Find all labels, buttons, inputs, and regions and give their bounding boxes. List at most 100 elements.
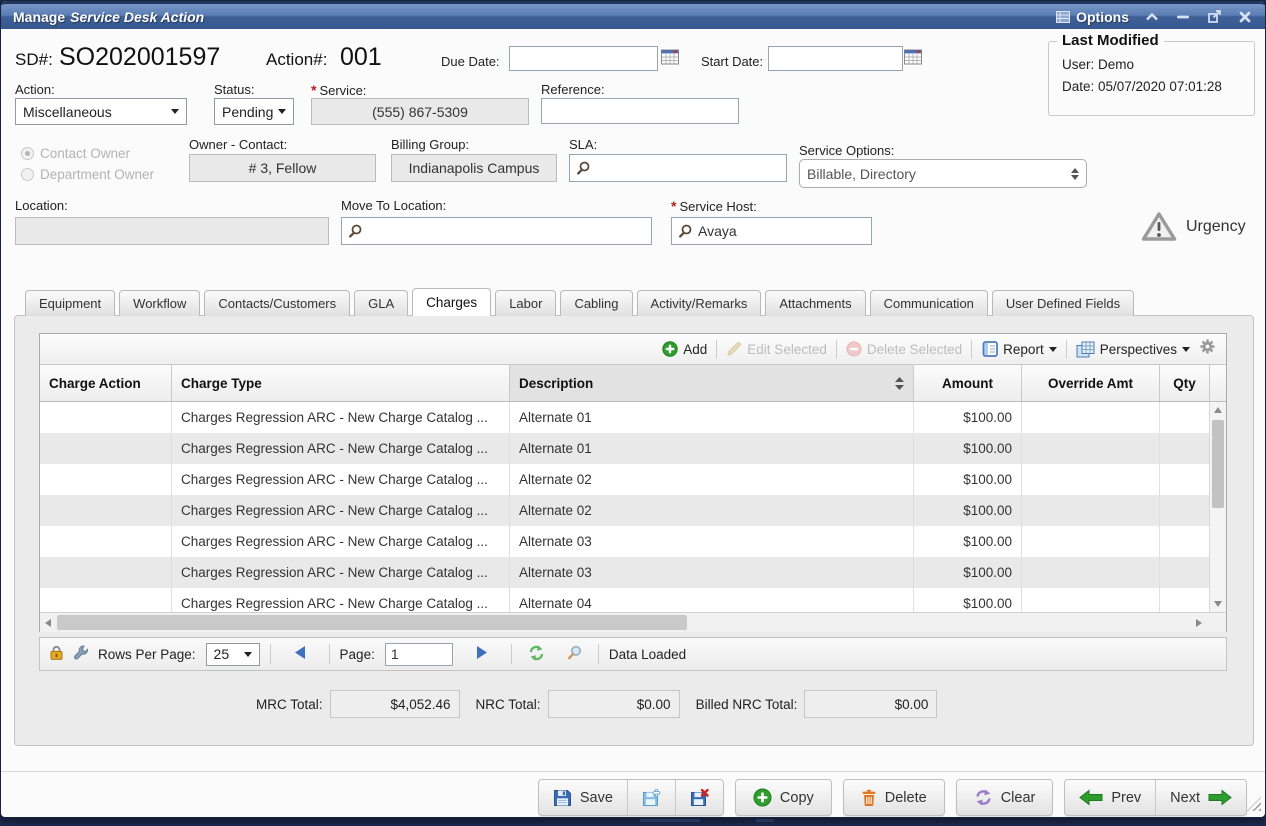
move-to-location-search-input[interactable] bbox=[341, 217, 652, 245]
save-and-new-button[interactable] bbox=[627, 780, 675, 815]
scroll-left-icon[interactable] bbox=[45, 619, 51, 627]
page-input[interactable] bbox=[385, 643, 453, 666]
tab-gla[interactable]: GLA bbox=[354, 290, 408, 316]
search-icon bbox=[567, 645, 582, 660]
due-date-input[interactable] bbox=[509, 46, 658, 71]
table-row[interactable]: Charges Regression ARC - New Charge Cata… bbox=[40, 588, 1210, 612]
cell-qty bbox=[1160, 495, 1210, 526]
resize-grip[interactable] bbox=[1247, 797, 1261, 811]
spinner-icon bbox=[1071, 168, 1079, 180]
reference-input[interactable] bbox=[541, 98, 739, 124]
last-modified-box: Last Modified User: Demo Date: 05/07/202… bbox=[1048, 41, 1255, 116]
search-icon bbox=[678, 224, 692, 238]
cell-description: Alternate 03 bbox=[510, 526, 914, 557]
service-options-select[interactable]: Billable, Directory bbox=[799, 159, 1087, 188]
dialog-titlebar[interactable]: Manage Service Desk Action Options bbox=[1, 1, 1265, 29]
tab-user-defined-fields[interactable]: User Defined Fields bbox=[992, 290, 1134, 316]
chevron-down-icon bbox=[278, 109, 286, 114]
next-page-button[interactable] bbox=[463, 646, 501, 662]
vertical-scrollbar-thumb[interactable] bbox=[1212, 420, 1224, 508]
lock-icon[interactable] bbox=[50, 645, 63, 663]
status-select-value: Pending bbox=[222, 104, 273, 120]
pager-search-button[interactable] bbox=[561, 645, 588, 663]
horizontal-scrollbar[interactable] bbox=[40, 612, 1226, 632]
status-select[interactable]: Pending bbox=[214, 98, 294, 125]
clear-button[interactable]: Clear bbox=[956, 779, 1054, 816]
tab-communication[interactable]: Communication bbox=[870, 290, 988, 316]
cell-description: Alternate 02 bbox=[510, 495, 914, 526]
report-label: Report bbox=[1003, 342, 1044, 357]
prev-arrow-icon bbox=[1079, 789, 1103, 806]
horizontal-scrollbar-thumb[interactable] bbox=[57, 615, 687, 630]
due-date-calendar-icon[interactable] bbox=[661, 48, 679, 70]
action-select[interactable]: Miscellaneous bbox=[15, 98, 187, 125]
tab-labor[interactable]: Labor bbox=[495, 290, 556, 316]
tab-cabling[interactable]: Cabling bbox=[560, 290, 632, 316]
tab-attachments[interactable]: Attachments bbox=[765, 290, 865, 316]
table-row[interactable]: Charges Regression ARC - New Charge Cata… bbox=[40, 557, 1210, 588]
prev-page-button[interactable] bbox=[281, 646, 319, 662]
tab-activity-remarks[interactable]: Activity/Remarks bbox=[637, 290, 762, 316]
next-button[interactable]: Next bbox=[1155, 780, 1246, 815]
scroll-right-icon[interactable] bbox=[1196, 619, 1202, 627]
cell-charge-action bbox=[40, 588, 172, 612]
report-icon bbox=[981, 341, 998, 357]
copy-label: Copy bbox=[780, 790, 814, 806]
table-row[interactable]: Charges Regression ARC - New Charge Cata… bbox=[40, 526, 1210, 557]
report-button[interactable]: Report bbox=[981, 341, 1057, 357]
perspectives-button[interactable]: Perspectives bbox=[1076, 341, 1190, 358]
cell-charge-action bbox=[40, 526, 172, 557]
minimize-button[interactable] bbox=[1175, 9, 1191, 25]
scroll-down-icon[interactable] bbox=[1210, 601, 1226, 607]
rows-per-page-select[interactable]: 25 bbox=[206, 643, 260, 666]
grid-settings-button[interactable] bbox=[1199, 338, 1216, 360]
department-owner-radio[interactable]: Department Owner bbox=[21, 167, 154, 182]
prev-button[interactable]: Prev bbox=[1065, 780, 1155, 815]
next-arrow-icon bbox=[1208, 789, 1232, 806]
wrench-icon[interactable] bbox=[73, 645, 88, 663]
service-host-value: Avaya bbox=[698, 223, 737, 239]
copy-button[interactable]: Copy bbox=[735, 779, 832, 816]
delete-button[interactable]: Delete bbox=[843, 779, 945, 816]
cell-charge-action bbox=[40, 464, 172, 495]
save-button[interactable]: Save bbox=[539, 780, 627, 815]
column-header-charge-type[interactable]: Charge Type bbox=[172, 365, 510, 401]
tab-workflow[interactable]: Workflow bbox=[119, 290, 200, 316]
cell-charge-action bbox=[40, 402, 172, 433]
billing-group-field: Indianapolis Campus bbox=[391, 154, 557, 182]
column-header-charge-action[interactable]: Charge Action bbox=[40, 365, 172, 401]
tab-charges[interactable]: Charges bbox=[412, 288, 491, 316]
table-row[interactable]: Charges Regression ARC - New Charge Cata… bbox=[40, 464, 1210, 495]
table-row[interactable]: Charges Regression ARC - New Charge Cata… bbox=[40, 402, 1210, 433]
service-host-search-input[interactable]: Avaya bbox=[671, 217, 872, 245]
search-icon bbox=[348, 224, 362, 238]
start-date-input[interactable] bbox=[768, 46, 903, 71]
move-to-location-label: Move To Location: bbox=[341, 198, 446, 213]
close-button[interactable] bbox=[1237, 9, 1253, 25]
contact-owner-radio[interactable]: Contact Owner bbox=[21, 146, 130, 161]
table-row[interactable]: Charges Regression ARC - New Charge Cata… bbox=[40, 495, 1210, 526]
options-button[interactable]: Options bbox=[1056, 9, 1129, 25]
column-header-qty[interactable]: Qty bbox=[1160, 365, 1210, 401]
column-header-amount[interactable]: Amount bbox=[914, 365, 1022, 401]
tab-equipment[interactable]: Equipment bbox=[25, 290, 115, 316]
sla-search-input[interactable] bbox=[569, 154, 787, 182]
edit-selected-button[interactable]: Edit Selected bbox=[726, 341, 827, 357]
refresh-button[interactable] bbox=[522, 645, 551, 664]
tab-contacts-customers[interactable]: Contacts/Customers bbox=[204, 290, 350, 316]
table-row[interactable]: Charges Regression ARC - New Charge Cata… bbox=[40, 433, 1210, 464]
cell-amount: $100.00 bbox=[914, 588, 1022, 612]
popout-button[interactable] bbox=[1206, 9, 1222, 25]
delete-selected-button[interactable]: Delete Selected bbox=[846, 341, 962, 357]
add-button[interactable]: Add bbox=[662, 341, 707, 357]
urgency-indicator[interactable]: Urgency bbox=[1141, 211, 1246, 242]
vertical-scrollbar[interactable] bbox=[1209, 402, 1226, 612]
column-header-override-amt[interactable]: Override Amt bbox=[1022, 365, 1160, 401]
start-date-calendar-icon[interactable] bbox=[904, 48, 922, 70]
nrc-total-label: NRC Total: bbox=[476, 697, 541, 712]
column-header-description[interactable]: Description bbox=[510, 365, 914, 401]
refresh-icon bbox=[528, 645, 545, 661]
collapse-button[interactable] bbox=[1144, 9, 1160, 25]
scroll-up-icon[interactable] bbox=[1210, 407, 1226, 413]
save-and-close-button[interactable] bbox=[675, 780, 723, 815]
